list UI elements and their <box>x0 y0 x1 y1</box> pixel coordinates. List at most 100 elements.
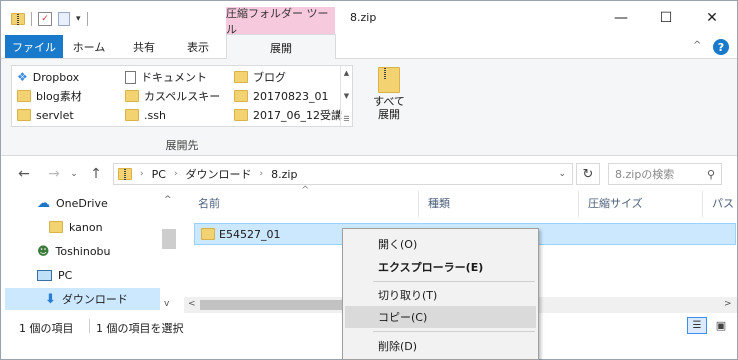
column-header-size[interactable]: 圧縮サイズ <box>588 195 643 211</box>
column-divider <box>578 191 579 217</box>
help-icon[interactable]: ? <box>713 39 729 55</box>
destination-gallery: ❖ Dropbox blog素材 servlet ドキュメント カスペルスキー <box>11 65 353 127</box>
menu-item-explorer[interactable]: エクスプローラー(E) <box>345 256 536 278</box>
scroll-right-icon[interactable]: > <box>724 299 732 309</box>
nav-item-label: Toshinobu <box>55 244 111 258</box>
gallery-item[interactable]: カスペルスキー <box>125 87 220 105</box>
zip-folder-icon <box>118 168 132 180</box>
title-bar: ✓ ▾ 圧縮フォルダー ツール 8.zip — ☐ ✕ <box>1 1 737 36</box>
nav-scrollbar[interactable]: ^ v <box>161 189 177 313</box>
tab-view[interactable]: 表示 <box>177 35 219 58</box>
gallery-item[interactable]: .ssh <box>125 106 166 124</box>
scroll-up-icon[interactable]: ^ <box>164 195 172 205</box>
chevron-right-icon: › <box>259 169 264 179</box>
folder-icon <box>49 221 63 233</box>
menu-item-open[interactable]: 開く(O) <box>345 233 536 255</box>
minimize-button[interactable]: — <box>598 1 644 35</box>
gallery-item[interactable]: ドキュメント <box>125 68 207 86</box>
address-dropdown-icon[interactable]: ⌄ <box>558 169 566 179</box>
qat-divider-2 <box>86 12 88 26</box>
nav-item-label: ダウンロード <box>61 293 128 306</box>
scroll-thumb[interactable] <box>162 229 176 249</box>
gallery-item-label: Dropbox <box>32 70 80 84</box>
nav-item-kanon[interactable]: kanon <box>49 216 103 238</box>
folder-icon <box>234 109 248 121</box>
dropbox-icon: ❖ <box>17 70 28 84</box>
cloud-icon: ☁ <box>37 195 50 211</box>
qat-customize-icon[interactable]: ▾ <box>76 14 81 24</box>
nav-item-downloads[interactable]: ⬇ ダウンロード <box>45 288 128 310</box>
gallery-more-icon[interactable]: ☰ <box>343 115 349 123</box>
tab-extract[interactable]: 展開 <box>226 34 336 60</box>
breadcrumb-pc[interactable]: PC <box>152 168 166 181</box>
search-icon: ⚲ <box>706 167 715 181</box>
refresh-icon[interactable]: ↻ <box>576 163 600 185</box>
scroll-down-icon[interactable]: ▼ <box>344 92 349 100</box>
folder-icon <box>17 90 31 102</box>
item-count: 1 個の項目 <box>19 322 74 335</box>
quick-access-toolbar: ✓ ▾ <box>11 10 88 28</box>
search-input[interactable]: 8.zipの検索 ⚲ <box>608 163 722 185</box>
nav-item-label: kanon <box>69 220 103 234</box>
details-view-icon[interactable]: ☰ <box>687 317 707 334</box>
gallery-item[interactable]: 20170823_01 <box>234 87 329 105</box>
folder-icon <box>234 90 248 102</box>
scroll-thumb[interactable] <box>200 300 356 310</box>
forward-arrow-icon[interactable]: → <box>45 165 63 183</box>
ribbon-panel: ❖ Dropbox blog素材 servlet ドキュメント カスペルスキー <box>1 59 737 156</box>
back-arrow-icon[interactable]: ← <box>15 165 33 183</box>
gallery-item-label: .ssh <box>144 108 166 122</box>
nav-item-label: OneDrive <box>56 196 108 210</box>
large-icons-view-icon[interactable]: ▣ <box>711 317 731 334</box>
close-button[interactable]: ✕ <box>689 1 735 35</box>
computer-icon <box>37 269 52 281</box>
menu-item-delete[interactable]: 削除(D) <box>345 335 536 357</box>
folder-icon <box>125 90 139 102</box>
ribbon-collapse-icon[interactable]: ^ <box>693 40 701 51</box>
column-header-name[interactable]: 名前 <box>198 195 220 211</box>
address-bar[interactable]: › PC › ダウンロード › 8.zip ⌄ <box>113 163 573 185</box>
gallery-item-label: カスペルスキー <box>144 90 221 103</box>
properties-icon[interactable]: ✓ <box>38 12 52 26</box>
nav-item-user[interactable]: ☻ Toshinobu <box>37 240 111 262</box>
extract-all-button[interactable]: すべて 展開 <box>367 67 411 137</box>
zip-folder-icon <box>11 13 25 25</box>
ribbon-tab-row: ファイル ホーム 共有 表示 展開 ^ ? <box>1 34 737 60</box>
gallery-item[interactable]: ブログ <box>234 68 286 86</box>
menu-divider <box>373 331 535 332</box>
gallery-item[interactable]: servlet <box>17 106 74 124</box>
column-header-type[interactable]: 種類 <box>428 195 450 211</box>
tab-file[interactable]: ファイル <box>5 35 63 58</box>
column-divider <box>418 191 419 217</box>
column-divider <box>702 191 703 217</box>
status-divider <box>89 319 90 333</box>
breadcrumb-zip[interactable]: 8.zip <box>271 168 297 181</box>
document-icon <box>125 70 136 84</box>
scroll-down-icon[interactable]: v <box>164 299 169 309</box>
chevron-right-icon: › <box>140 169 144 179</box>
tab-share[interactable]: 共有 <box>123 35 165 58</box>
column-header-path[interactable]: パス <box>712 195 734 211</box>
gallery-item[interactable]: ❖ Dropbox <box>17 68 79 86</box>
nav-item-label: PC <box>58 268 73 282</box>
nav-item-onedrive[interactable]: ☁ OneDrive <box>37 192 108 214</box>
breadcrumb-downloads[interactable]: ダウンロード <box>186 166 252 182</box>
recent-locations-icon[interactable]: ⌄ <box>65 165 83 183</box>
scroll-up-icon[interactable]: ▲ <box>344 69 349 77</box>
navigation-pane: ☁ OneDrive kanon ☻ Toshinobu PC ⬇ ダウンロード… <box>1 189 177 313</box>
gallery-item-label: 2017_06_12受講 <box>253 109 342 122</box>
gallery-item-label: ブログ <box>253 71 286 84</box>
menu-item-cut[interactable]: 切り取り(T) <box>345 284 536 306</box>
up-arrow-icon[interactable]: ↑ <box>87 165 105 183</box>
gallery-item[interactable]: blog素材 <box>17 87 82 105</box>
gallery-item-label: 20170823_01 <box>253 89 329 103</box>
maximize-button[interactable]: ☐ <box>643 1 689 35</box>
gallery-scrollbar[interactable]: ▲ ▼ ☰ <box>340 66 352 126</box>
scroll-left-icon[interactable]: < <box>188 299 196 309</box>
new-folder-icon[interactable] <box>58 12 70 26</box>
tab-home[interactable]: ホーム <box>67 35 111 58</box>
nav-item-pc[interactable]: PC <box>37 264 72 286</box>
folder-icon <box>17 109 31 121</box>
menu-item-copy[interactable]: コピー(C) <box>345 306 536 328</box>
gallery-item[interactable]: 2017_06_12受講 <box>234 106 342 124</box>
